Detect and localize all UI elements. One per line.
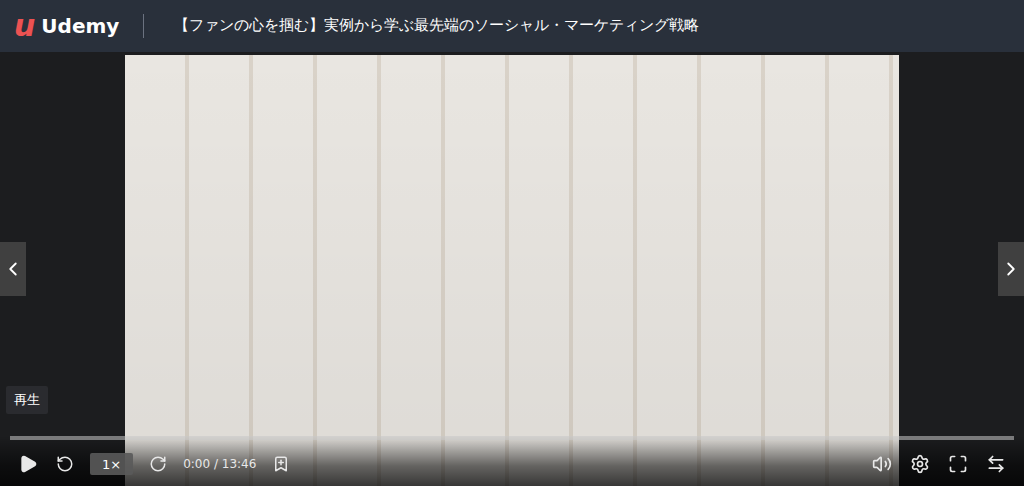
header-divider: [143, 14, 144, 38]
fullscreen-button[interactable]: [946, 452, 970, 476]
logo-text: Udemy: [41, 14, 119, 38]
logo-mark: u: [14, 11, 35, 41]
rewind-icon: [56, 455, 74, 473]
bookmark-button[interactable]: [270, 453, 292, 475]
player-stage: 再生 1× 0:00 / 13:46: [0, 52, 1024, 486]
settings-button[interactable]: [908, 452, 932, 476]
previous-lecture-button[interactable]: [0, 242, 26, 296]
next-lecture-button[interactable]: [998, 242, 1024, 296]
right-controls: [870, 452, 1008, 476]
bookmark-plus-icon: [272, 455, 290, 473]
chevron-right-icon: [1000, 258, 1022, 280]
play-tooltip: 再生: [6, 386, 48, 414]
play-button[interactable]: [16, 452, 40, 476]
speed-button[interactable]: 1×: [90, 453, 133, 475]
progress-track[interactable]: [10, 436, 1014, 440]
expand-button[interactable]: [984, 452, 1008, 476]
header: uUdemy 【ファンの心を掴む】実例から学ぶ最先端のソーシャル・マーケティング戦…: [0, 0, 1024, 52]
gear-icon: [910, 454, 930, 474]
volume-icon: [872, 454, 892, 474]
left-controls: 1× 0:00 / 13:46: [16, 452, 292, 476]
play-icon: [18, 454, 38, 474]
rewind-button[interactable]: [54, 453, 76, 475]
forward-button[interactable]: [147, 453, 169, 475]
udemy-logo[interactable]: uUdemy: [14, 11, 143, 41]
fullscreen-icon: [948, 454, 968, 474]
controls-row: 1× 0:00 / 13:46: [10, 448, 1014, 480]
forward-icon: [149, 455, 167, 473]
time-display: 0:00 / 13:46: [183, 457, 256, 471]
video-frame[interactable]: [125, 55, 899, 486]
control-bar: 1× 0:00 / 13:46: [0, 436, 1024, 486]
course-title: 【ファンの心を掴む】実例から学ぶ最先端のソーシャル・マーケティング戦略: [174, 16, 699, 36]
video-player-page: uUdemy 【ファンの心を掴む】実例から学ぶ最先端のソーシャル・マーケティング戦…: [0, 0, 1024, 486]
chevron-left-icon: [2, 258, 24, 280]
volume-button[interactable]: [870, 452, 894, 476]
expand-icon: [986, 454, 1006, 474]
